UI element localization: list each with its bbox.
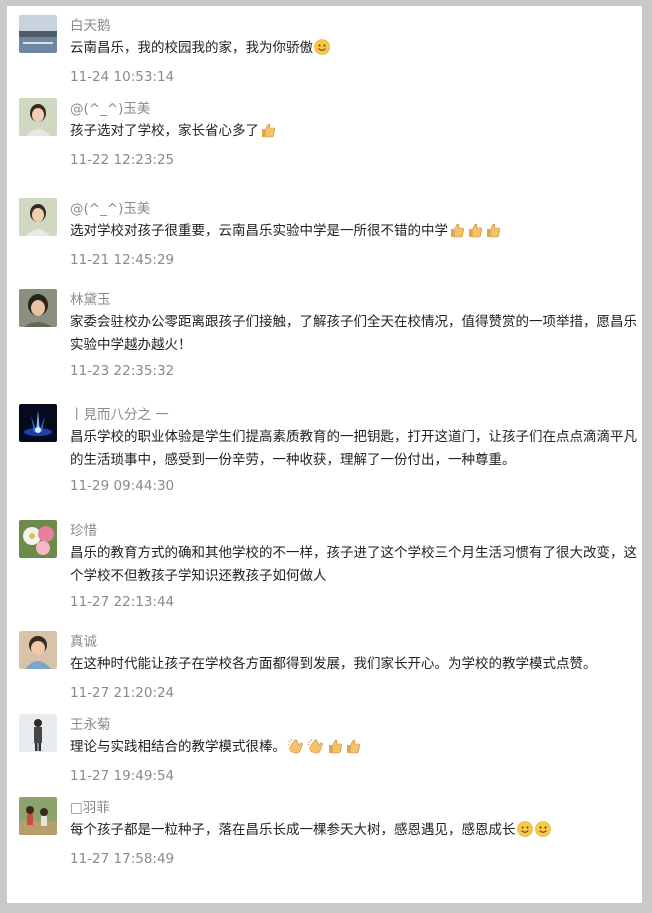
thumbs-up-emoji <box>469 223 482 238</box>
smile-emoji <box>534 821 551 837</box>
baby-avatar[interactable] <box>19 631 57 669</box>
comment-time: 11-29 09:44:30 <box>70 478 175 494</box>
comment-text: 理论与实践相结合的教学模式很棒。 <box>70 736 642 762</box>
comment-text: 孩子选对了学校，家长省心多了 <box>70 120 642 146</box>
thumbs-up-emoji <box>347 739 360 754</box>
comment-text: 选对学校对孩子很重要，云南昌乐实验中学是一所很不错的中学 <box>70 220 642 246</box>
clap-emoji <box>307 738 323 754</box>
emoji-group <box>260 122 278 146</box>
comment-text: 在这种时代能让孩子在学校各方面都得到发展，我们家长开心。为学校的教学模式点赞。 <box>70 656 597 672</box>
comment-text: 昌乐的教育方式的确和其他学校的不一样，孩子进了这个学校三个月生活习惯有了很大改变… <box>70 545 637 584</box>
emoji-group <box>516 821 553 845</box>
comment-time: 11-27 22:13:44 <box>70 594 175 610</box>
comment-text: 昌乐学校的职业体验是学生们提高素质教育的一把钥匙，打开这道门，让孩子们在点点滴滴… <box>70 429 637 468</box>
woman-portrait-avatar[interactable] <box>19 98 57 136</box>
comment-time: 11-27 19:49:54 <box>70 768 175 784</box>
emoji-group <box>449 222 503 246</box>
commenter-name[interactable]: @(^_^)玉美 <box>70 100 150 118</box>
emoji-group <box>314 39 332 63</box>
commenter-name[interactable]: 真诚 <box>70 633 97 651</box>
thumbs-up-emoji <box>329 739 342 754</box>
smile-emoji <box>516 821 533 837</box>
family-outdoor-avatar[interactable] <box>19 797 57 835</box>
thumbs-up-emoji <box>487 223 500 238</box>
commenter-name[interactable]: □羽菲 <box>70 799 110 817</box>
commenter-name[interactable]: 林黛玉 <box>70 291 111 309</box>
comment-time: 11-27 17:58:49 <box>70 851 175 867</box>
comment-time: 11-27 21:20:24 <box>70 685 175 701</box>
comment-time: 11-22 12:23:25 <box>70 152 175 168</box>
comment-time: 11-24 10:53:14 <box>70 69 175 85</box>
lake-scene-avatar[interactable] <box>19 15 57 53</box>
standing-woman-avatar[interactable] <box>19 714 57 752</box>
comment-time: 11-21 12:45:29 <box>70 252 175 268</box>
thumbs-up-emoji <box>451 223 464 238</box>
commenter-name[interactable]: @(^_^)玉美 <box>70 200 150 218</box>
night-fountain-avatar[interactable] <box>19 404 57 442</box>
commenter-name[interactable]: 王永菊 <box>70 716 111 734</box>
commenter-name[interactable]: 白天鹅 <box>70 17 111 35</box>
comment-text: 每个孩子都是一粒种子，落在昌乐长成一棵参天大树，感恩遇见，感恩成长 <box>70 819 642 845</box>
comment-text: 云南昌乐，我的校园我的家，我为你骄傲 <box>70 37 642 63</box>
clap-emoji <box>287 738 303 754</box>
comment-time: 11-23 22:35:32 <box>70 363 175 379</box>
commenter-name[interactable]: 珍惜 <box>70 522 97 540</box>
emoji-group <box>287 738 363 762</box>
flowers-avatar[interactable] <box>19 520 57 558</box>
woman-portrait-avatar[interactable] <box>19 198 57 236</box>
commenter-name[interactable]: 丨見而八分之 一 <box>70 406 169 424</box>
comments-panel: 白天鹅 云南昌乐，我的校园我的家，我为你骄傲 11-24 10:53:14 @(… <box>7 6 642 903</box>
girl-portrait-avatar[interactable] <box>19 289 57 327</box>
comment-text: 家委会驻校办公零距离跟孩子们接触，了解孩子们全天在校情况，值得赞赏的一项举措，愿… <box>70 314 637 353</box>
thumbs-up-emoji <box>262 123 275 138</box>
smile-emoji <box>314 39 330 55</box>
